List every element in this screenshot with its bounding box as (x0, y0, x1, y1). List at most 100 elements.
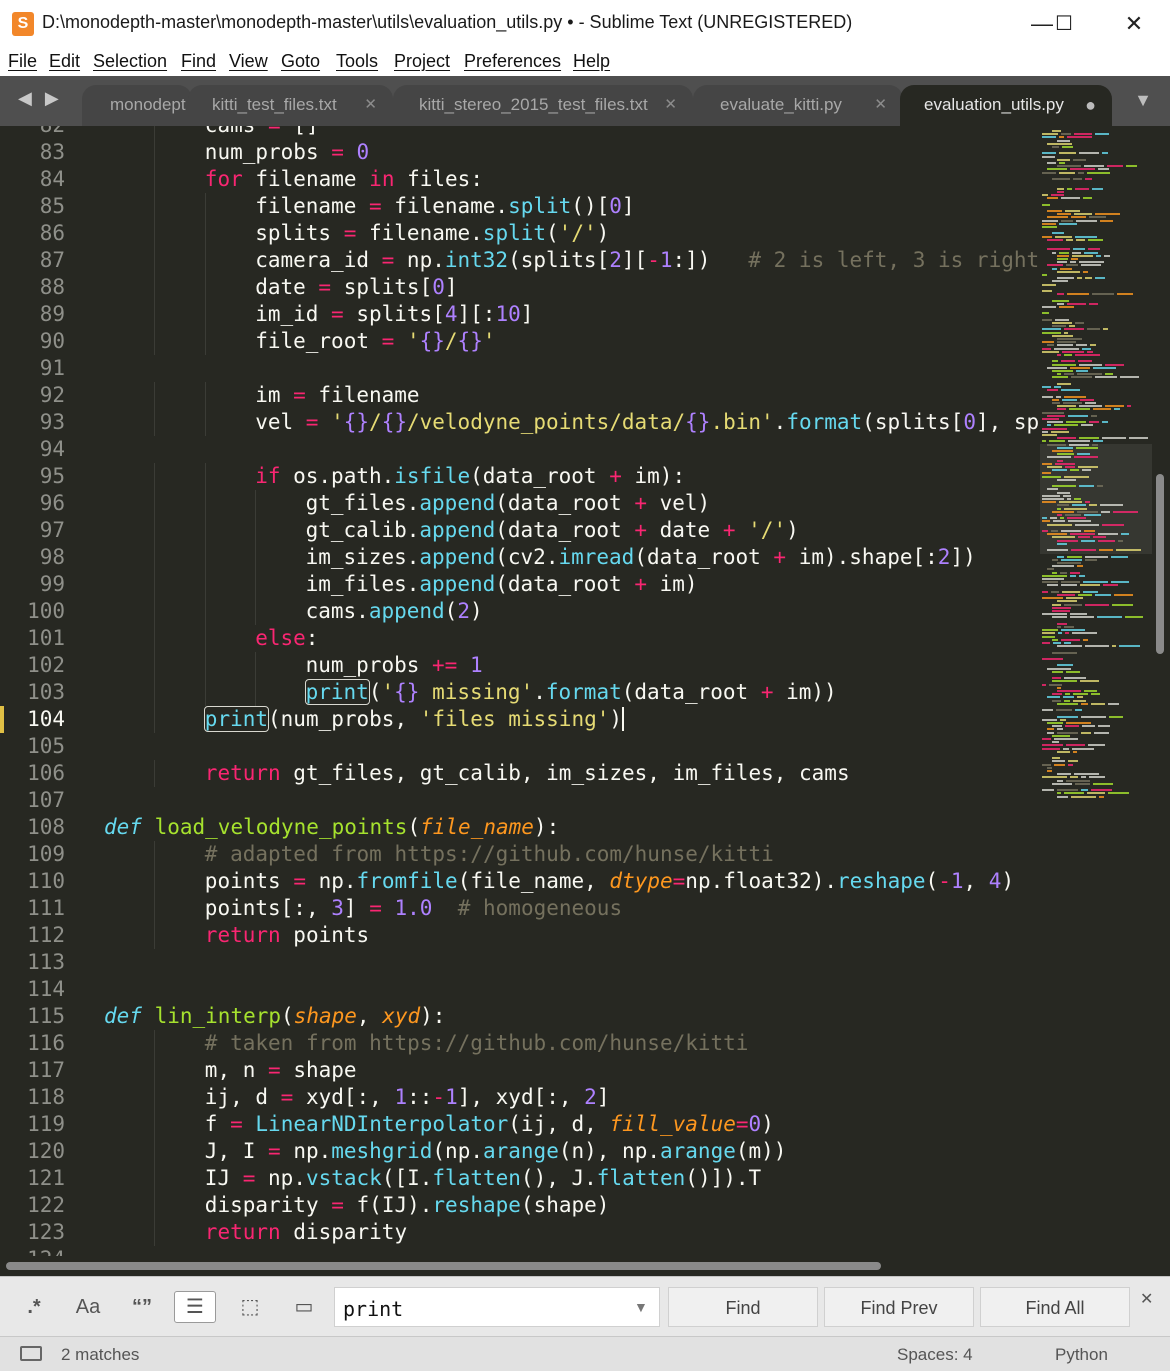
code-token: cams (205, 126, 268, 137)
menu-find[interactable]: Find (181, 51, 216, 72)
code-line[interactable]: 88 date = splits[0] (0, 274, 1040, 301)
indentation-setting[interactable]: Spaces: 4 (897, 1345, 973, 1365)
menu-file[interactable]: File (8, 51, 37, 72)
tab-nav-arrows[interactable]: ◀ ▶ (18, 88, 63, 109)
code-line[interactable]: 107 (0, 787, 1040, 814)
indent-guide (204, 490, 206, 517)
tab-label: monodept (110, 95, 186, 114)
code-line[interactable]: 83 num_probs = 0 (0, 139, 1040, 166)
minimap-stroke (1059, 136, 1064, 139)
minimap[interactable] (1040, 126, 1152, 1256)
code-line[interactable]: 108 def load_velodyne_points(file_name): (0, 814, 1040, 841)
tab-close-icon[interactable]: ✕ (874, 85, 887, 125)
code-line[interactable]: 91 (0, 355, 1040, 382)
wrap-toggle[interactable]: ☰ (174, 1291, 216, 1323)
minimap-stroke (1057, 270, 1080, 273)
code-line[interactable]: 96 gt_files.append(data_root + vel) (0, 490, 1040, 517)
find-history-dropdown-icon[interactable]: ▼ (634, 1299, 648, 1315)
code-line[interactable]: 115 def lin_interp(shape, xyd): (0, 1003, 1040, 1030)
menu-selection[interactable]: Selection (93, 51, 167, 72)
regex-toggle[interactable]: .* (14, 1291, 54, 1323)
code-line[interactable]: 92 im = filename (0, 382, 1040, 409)
code-line[interactable]: 99 im_files.append(data_root + im) (0, 571, 1040, 598)
tab-evaluation-utils[interactable]: evaluation_utils.py ● (900, 85, 1112, 126)
code-line[interactable]: 106 return gt_files, gt_calib, im_sizes, … (0, 760, 1040, 787)
tab-kitti-stereo-2015[interactable]: kitti_stereo_2015_test_files.txt ✕ (393, 85, 693, 126)
code-line[interactable]: 97 gt_calib.append(data_root + date + '/'… (0, 517, 1040, 544)
code-line[interactable]: 117 m, n = shape (0, 1057, 1040, 1084)
find-input[interactable] (334, 1287, 660, 1327)
vertical-scrollbar[interactable] (1152, 126, 1170, 1256)
menu-project[interactable]: Project (394, 51, 450, 72)
minimap-stroke (1042, 171, 1056, 174)
code-line[interactable]: 93 vel = '{}/{}/velodyne_points/data/{}.b… (0, 409, 1040, 436)
code-line[interactable]: 120 J, I = np.meshgrid(np.arange(n), np.a… (0, 1138, 1040, 1165)
horizontal-scroll-thumb[interactable] (6, 1262, 881, 1270)
menu-goto[interactable]: Goto (281, 51, 320, 72)
code-line[interactable]: 112 return points (0, 922, 1040, 949)
menu-edit[interactable]: Edit (49, 51, 80, 72)
syntax-selector[interactable]: Python (1055, 1345, 1108, 1365)
code-line[interactable]: 102 num_probs += 1 (0, 652, 1040, 679)
minimap-stroke (1047, 549, 1068, 552)
code-line[interactable]: 111 points[:, 3] = 1.0 # homogeneous (0, 895, 1040, 922)
vertical-scroll-thumb[interactable] (1156, 474, 1164, 654)
code-line[interactable]: 114 (0, 976, 1040, 1003)
in-selection-toggle[interactable]: ⬚ (230, 1291, 270, 1323)
minimap-stroke (1095, 594, 1111, 596)
tab-close-icon[interactable]: ✕ (664, 85, 677, 125)
code-line[interactable]: 90 file_root = '{}/{}' (0, 328, 1040, 355)
menu-help[interactable]: Help (573, 51, 610, 72)
code-line[interactable]: 86 splits = filename.split('/') (0, 220, 1040, 247)
code-line[interactable]: 105 (0, 733, 1040, 760)
code-line[interactable]: 82 cams = [] (0, 126, 1040, 139)
panel-switcher-icon[interactable] (20, 1346, 42, 1361)
minimap-stroke (1057, 254, 1069, 257)
code-line[interactable]: 116 # taken from https://github.com/hunse… (0, 1030, 1040, 1057)
tab-list-dropdown-icon[interactable]: ▼ (1134, 90, 1152, 111)
code-line[interactable]: 113 (0, 949, 1040, 976)
menu-preferences[interactable]: Preferences (464, 51, 561, 72)
code-line[interactable]: 123 return disparity (0, 1219, 1040, 1246)
whole-word-toggle[interactable]: “” (122, 1291, 162, 1323)
tab-close-icon[interactable]: ✕ (364, 85, 377, 125)
code-line[interactable]: 94 (0, 436, 1040, 463)
code-line[interactable]: 98 im_sizes.append(cv2.imread(data_root +… (0, 544, 1040, 571)
maximize-button[interactable]: ☐ (1042, 6, 1086, 42)
code-line[interactable]: 109 # adapted from https://github.com/hun… (0, 841, 1040, 868)
code-line[interactable]: 89 im_id = splits[4][:10] (0, 301, 1040, 328)
code-line[interactable]: 124 (0, 1246, 1040, 1256)
tab-monodepth[interactable]: monodept (82, 85, 192, 126)
code-line[interactable]: 119 f = LinearNDInterpolator(ij, d, fill_… (0, 1111, 1040, 1138)
code-line[interactable]: 103 print('{} missing'.format(data_root +… (0, 679, 1040, 706)
menu-tools[interactable]: Tools (336, 51, 378, 72)
find-prev-button[interactable]: Find Prev (824, 1287, 974, 1327)
tab-kitti-test-files[interactable]: kitti_test_files.txt ✕ (188, 85, 393, 126)
code-line[interactable]: 118 ij, d = xyd[:, 1::-1], xyd[:, 2] (0, 1084, 1040, 1111)
code-line[interactable]: 85 filename = filename.split()[0] (0, 193, 1040, 220)
code-line[interactable]: 110 points = np.fromfile(file_name, dtype… (0, 868, 1040, 895)
menu-view[interactable]: View (229, 51, 268, 72)
minimap-stroke (1061, 389, 1080, 392)
horizontal-scrollbar[interactable] (0, 1256, 1170, 1276)
highlight-matches-toggle[interactable]: ▭ (284, 1291, 324, 1323)
close-window-button[interactable]: ✕ (1112, 6, 1156, 42)
unsaved-dot-icon[interactable]: ● (1085, 85, 1096, 125)
code-line[interactable]: 101 else: (0, 625, 1040, 652)
tab-evaluate-kitti[interactable]: evaluate_kitti.py ✕ (693, 85, 903, 126)
code-token: vstack (305, 1166, 382, 1190)
code-line[interactable]: 121 IJ = np.vstack([I.flatten(), J.flatte… (0, 1165, 1040, 1192)
minimap-stroke (1088, 238, 1103, 241)
close-find-panel-icon[interactable]: ✕ (1140, 1289, 1153, 1309)
code-line[interactable]: 122 disparity = f(IJ).reshape(shape) (0, 1192, 1040, 1219)
code-line[interactable]: 104 print(num_probs, 'files missing') (0, 706, 1040, 733)
code-line[interactable]: 100 cams.append(2) (0, 598, 1040, 625)
code-editor[interactable]: 82 cams = [] 83 num_probs = 0 84 for filename… (0, 126, 1040, 1256)
code-line[interactable]: 84 for filename in files: (0, 166, 1040, 193)
find-button[interactable]: Find (668, 1287, 818, 1327)
find-all-button[interactable]: Find All (980, 1287, 1130, 1327)
minimap-stroke (1063, 747, 1069, 750)
code-line[interactable]: 95 if os.path.isfile(data_root + im): (0, 463, 1040, 490)
code-line[interactable]: 87 camera_id = np.int32(splits[2][-1:]) #… (0, 247, 1040, 274)
case-sensitive-toggle[interactable]: Aa (68, 1291, 108, 1323)
